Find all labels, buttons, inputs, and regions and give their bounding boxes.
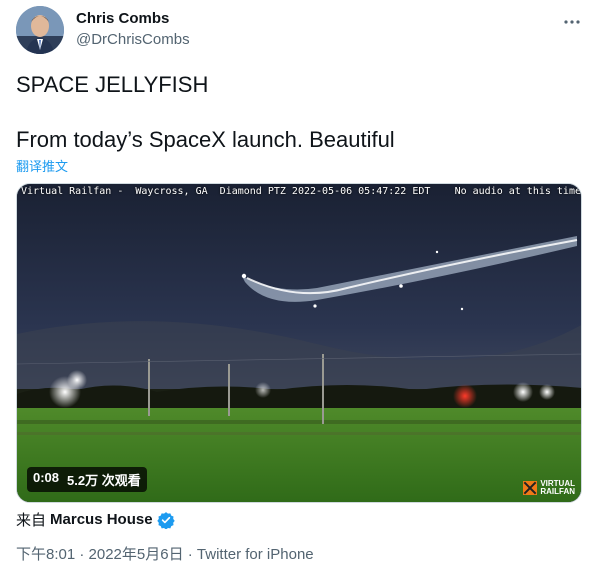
verified-badge-icon — [156, 511, 175, 529]
video-stats-badge: 0:08 5.2万 次观看 — [27, 467, 147, 492]
logo-line2: RAILFAN — [540, 487, 575, 496]
avatar-image — [16, 6, 64, 54]
video-player[interactable]: Virtual Railfan - Waycross, GA Diamond P… — [16, 183, 582, 503]
tweet-header: Chris Combs @DrChrisCombs — [16, 4, 584, 56]
author-display-name[interactable]: Chris Combs — [76, 9, 190, 29]
author-handle[interactable]: @DrChrisCombs — [76, 30, 190, 50]
video-duration: 0:08 — [33, 470, 60, 485]
via-prefix: 来自 — [16, 512, 47, 529]
translate-tweet-link[interactable]: 翻译推文 — [16, 156, 68, 175]
tweet-timestamp-source[interactable]: 下午8:01 · 2022年5月6日 · Twitter for iPhone — [16, 543, 314, 564]
via-account-link[interactable]: Marcus House — [50, 511, 153, 528]
video-frame — [17, 184, 581, 502]
avatar[interactable] — [16, 6, 64, 54]
author-names: Chris Combs @DrChrisCombs — [76, 9, 190, 50]
more-options-button[interactable] — [560, 10, 584, 34]
camera-overlay-note: No audio at this time — [454, 186, 581, 197]
tweet-text-line2: From today’s SpaceX launch. Beautiful — [16, 127, 395, 152]
more-horizontal-icon — [564, 20, 580, 24]
railroad-crossing-icon — [523, 481, 538, 495]
tweet-text-line1: SPACE JELLYFISH — [16, 72, 209, 97]
via-attribution: 来自 Marcus House — [16, 509, 175, 530]
video-views: 5.2万 次观看 — [67, 473, 141, 488]
channel-logo: VIRTUAL RAILFAN — [523, 480, 575, 496]
